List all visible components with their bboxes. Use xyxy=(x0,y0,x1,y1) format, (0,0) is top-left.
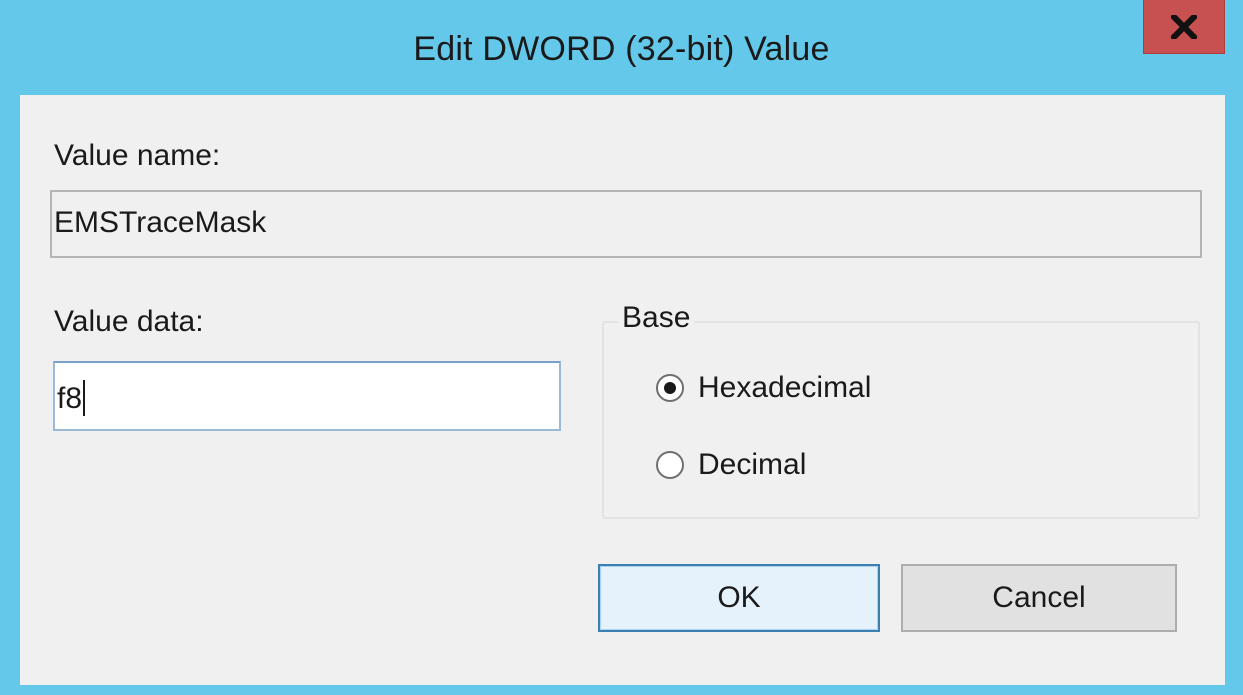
base-groupbox xyxy=(602,321,1200,519)
dialog-body: Value name: EMSTraceMask Value data: f8 … xyxy=(20,95,1225,685)
cancel-button[interactable]: Cancel xyxy=(901,564,1177,632)
dialog-title: Edit DWORD (32-bit) Value xyxy=(413,30,830,68)
radio-hexadecimal[interactable]: Hexadecimal xyxy=(656,371,871,405)
edit-dword-dialog: Edit DWORD (32-bit) Value Value name: EM… xyxy=(0,0,1243,695)
radio-decimal[interactable]: Decimal xyxy=(656,448,806,482)
close-icon xyxy=(1171,14,1197,39)
value-data-label: Value data: xyxy=(54,305,204,338)
radio-decimal-button[interactable] xyxy=(656,451,684,479)
value-data-text: f8 xyxy=(57,382,83,415)
radio-hexadecimal-label: Hexadecimal xyxy=(698,371,872,404)
text-caret xyxy=(83,380,86,416)
close-button[interactable] xyxy=(1143,0,1225,54)
base-legend: Base xyxy=(618,301,695,335)
radio-hexadecimal-button[interactable] xyxy=(656,374,684,402)
title-bar[interactable]: Edit DWORD (32-bit) Value xyxy=(0,0,1243,95)
value-name-field[interactable]: EMSTraceMask xyxy=(50,190,1202,258)
value-name-label: Value name: xyxy=(54,139,221,172)
value-data-input[interactable]: f8 xyxy=(53,361,561,431)
ok-button[interactable]: OK xyxy=(598,564,880,632)
radio-decimal-label: Decimal xyxy=(698,448,807,481)
